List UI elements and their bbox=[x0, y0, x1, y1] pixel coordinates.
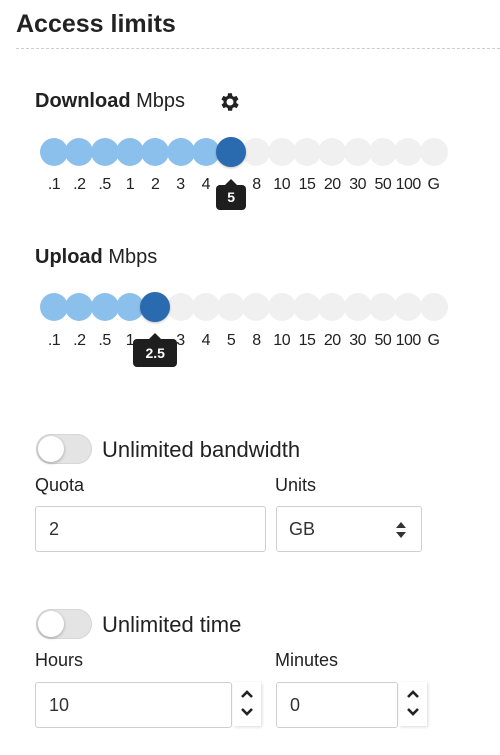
unlimited-time-toggle[interactable] bbox=[36, 609, 92, 639]
hours-label: Hours bbox=[35, 650, 84, 670]
sort-arrows-icon bbox=[396, 522, 406, 538]
download-ticks: .1 .2 .5 1 2 3 4 8 10 15 20 30 50 100 G bbox=[40, 176, 460, 196]
download-label: Download Mbps bbox=[35, 90, 185, 113]
upload-slider-step[interactable] bbox=[394, 293, 423, 321]
upload-tick-label: 10 bbox=[273, 332, 291, 349]
units-select[interactable]: GB bbox=[276, 506, 422, 552]
download-slider-step[interactable] bbox=[267, 138, 296, 166]
download-slider[interactable] bbox=[40, 137, 450, 167]
upload-slider-step[interactable] bbox=[90, 293, 119, 321]
chevron-down-icon[interactable] bbox=[240, 707, 254, 717]
hours-input[interactable]: 10 bbox=[35, 682, 232, 728]
download-tick-label: 100 bbox=[395, 176, 422, 193]
upload-slider-step[interactable] bbox=[65, 293, 94, 321]
download-slider-step[interactable] bbox=[90, 138, 119, 166]
download-slider-step[interactable] bbox=[394, 138, 423, 166]
units-label: Units bbox=[275, 475, 317, 495]
download-slider-step[interactable] bbox=[419, 138, 448, 166]
upload-label-unit: Mbps bbox=[108, 246, 158, 268]
minutes-spinner[interactable] bbox=[399, 682, 427, 726]
gear-icon[interactable] bbox=[218, 90, 242, 114]
download-slider-step[interactable] bbox=[293, 138, 321, 166]
minutes-input[interactable]: 0 bbox=[276, 682, 398, 728]
upload-slider-step[interactable] bbox=[368, 293, 397, 321]
download-tick-label: .5 bbox=[98, 176, 111, 193]
upload-label: Upload Mbps bbox=[35, 246, 157, 269]
upload-slider-step[interactable] bbox=[217, 293, 246, 321]
upload-tick-label: 30 bbox=[349, 332, 366, 349]
upload-tick-label: 3 bbox=[176, 332, 185, 349]
section-title: Access limits bbox=[16, 10, 176, 38]
upload-slider-step[interactable] bbox=[293, 293, 321, 321]
upload-tick-label: .1 bbox=[47, 332, 61, 349]
hours-spinner[interactable] bbox=[233, 682, 261, 726]
quota-input[interactable]: 2 bbox=[35, 506, 266, 552]
units-select-value: GB bbox=[289, 519, 316, 539]
upload-slider-step[interactable] bbox=[242, 293, 271, 321]
download-slider-step[interactable] bbox=[65, 138, 94, 166]
download-slider-step[interactable] bbox=[318, 138, 347, 166]
upload-tick-label: 5 bbox=[226, 332, 236, 349]
unlimited-bandwidth-toggle[interactable] bbox=[36, 434, 92, 464]
upload-slider-step[interactable] bbox=[419, 293, 448, 321]
download-slider-step[interactable] bbox=[40, 138, 68, 166]
download-tick-label: G bbox=[427, 176, 440, 193]
upload-tick-label: 8 bbox=[252, 332, 261, 349]
download-slider-step[interactable] bbox=[343, 138, 372, 166]
download-tick-label: 50 bbox=[374, 176, 392, 193]
download-tick-label: .2 bbox=[73, 176, 86, 193]
upload-slider-step[interactable] bbox=[166, 293, 195, 321]
download-tick-label: .1 bbox=[47, 176, 61, 193]
quota-label: Quota bbox=[35, 475, 85, 495]
upload-tick-label: 50 bbox=[374, 332, 392, 349]
unlimited-bandwidth-label: Unlimited bandwidth bbox=[102, 437, 301, 462]
chevron-up-icon[interactable] bbox=[406, 689, 420, 699]
download-tick-label: 8 bbox=[252, 176, 261, 193]
upload-tick-label: .5 bbox=[98, 332, 111, 349]
upload-slider-step[interactable] bbox=[343, 293, 372, 321]
download-slider-step[interactable] bbox=[141, 138, 170, 166]
download-tick-label: 2 bbox=[150, 176, 160, 193]
download-tick-label: 4 bbox=[201, 176, 211, 193]
upload-tick-label: 20 bbox=[323, 332, 341, 349]
unlimited-time-label: Unlimited time bbox=[102, 612, 242, 637]
upload-slider-step[interactable] bbox=[267, 293, 296, 321]
download-tick-label: 20 bbox=[323, 176, 341, 193]
section-divider bbox=[16, 48, 500, 49]
minutes-label: Minutes bbox=[275, 650, 339, 670]
download-slider-step[interactable] bbox=[115, 138, 144, 166]
download-label-bold: Download bbox=[35, 90, 131, 112]
download-value-tooltip: 5 bbox=[216, 179, 247, 210]
download-tick-label: 15 bbox=[298, 176, 316, 193]
upload-slider-step[interactable] bbox=[40, 293, 68, 321]
download-tick-label: 30 bbox=[349, 176, 366, 193]
upload-slider-handle[interactable] bbox=[140, 292, 171, 322]
upload-tick-label: 4 bbox=[201, 332, 211, 349]
download-label-unit: Mbps bbox=[136, 90, 186, 112]
upload-tick-label: 15 bbox=[298, 332, 316, 349]
upload-slider-step[interactable] bbox=[318, 293, 347, 321]
download-slider-step[interactable] bbox=[166, 138, 195, 166]
download-slider-handle[interactable] bbox=[216, 137, 247, 167]
chevron-down-icon[interactable] bbox=[406, 707, 420, 717]
upload-tick-label: .2 bbox=[73, 332, 86, 349]
download-slider-step[interactable] bbox=[368, 138, 397, 166]
upload-ticks: .1.2.5 1 3 4 5 8 10 15 20 30 50 100 G bbox=[40, 332, 460, 352]
toggle-knob bbox=[38, 436, 64, 462]
upload-tick-label: 100 bbox=[395, 332, 422, 349]
upload-slider[interactable] bbox=[40, 292, 450, 322]
upload-label-bold: Upload bbox=[35, 246, 103, 268]
upload-slider-step[interactable] bbox=[191, 293, 220, 321]
upload-tick-label: G bbox=[427, 332, 440, 349]
chevron-up-icon[interactable] bbox=[240, 689, 254, 699]
download-tick-label: 1 bbox=[125, 176, 135, 193]
download-tick-label: 3 bbox=[176, 176, 185, 193]
download-tick-label: 10 bbox=[273, 176, 291, 193]
download-slider-step[interactable] bbox=[242, 138, 271, 166]
upload-value-tooltip: 2.5 bbox=[133, 333, 178, 367]
toggle-knob bbox=[38, 611, 64, 637]
